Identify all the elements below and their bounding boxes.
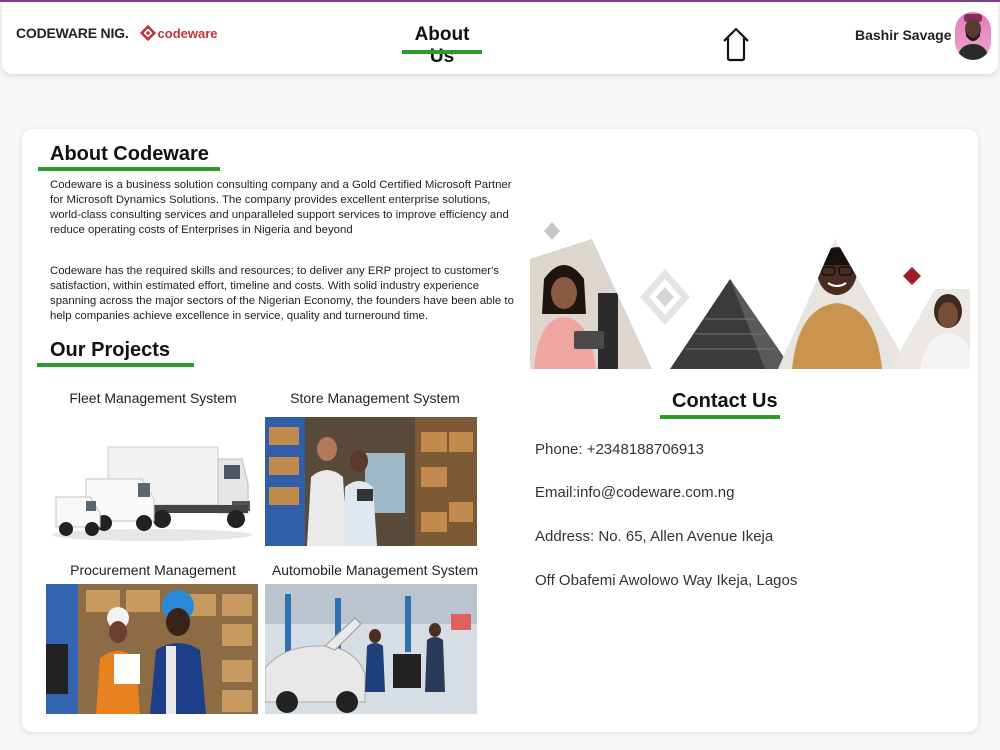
projects-title: Our Projects <box>50 339 171 361</box>
contact-email[interactable]: Email:info@codeware.com.ng <box>535 484 734 501</box>
team-banner-image <box>530 219 970 369</box>
about-title: About Codeware <box>50 143 209 165</box>
content-card: About Codeware Codeware is a business so… <box>22 129 978 732</box>
active-underline <box>402 50 482 54</box>
project-procurement-image[interactable] <box>46 584 258 714</box>
contact-address: Address: No. 65, Allen Avenue Ikeja <box>535 528 774 545</box>
diamond-logo-icon <box>139 24 156 42</box>
contact-title-underline <box>660 415 780 419</box>
contact-phone[interactable]: Phone: +2348188706913 <box>535 441 704 458</box>
avatar[interactable] <box>955 12 991 60</box>
project-label-store: Store Management System <box>290 390 460 406</box>
about-title-underline <box>38 167 220 171</box>
contact-address-line-2: Off Obafemi Awolowo Way Ikeja, Lagos <box>535 572 798 589</box>
project-label-procurement: Procurement Management <box>70 562 236 578</box>
codeware-logo: codeware <box>139 24 218 42</box>
project-fleet-image[interactable] <box>46 417 258 545</box>
logo-text: codeware <box>157 25 218 41</box>
about-paragraph-2: Codeware has the required skills and res… <box>50 265 514 322</box>
project-label-automobile: Automobile Management System <box>271 562 479 578</box>
user-photo <box>957 14 989 60</box>
project-automobile-image[interactable] <box>265 584 477 714</box>
home-icon <box>723 27 749 62</box>
brand[interactable]: CODEWARE NIG. codeware <box>16 24 218 42</box>
page-title[interactable]: About Us <box>402 24 482 68</box>
about-paragraph-1: Codeware is a business solution consulti… <box>50 179 512 236</box>
top-header: CODEWARE NIG. codeware About Us Bashir S… <box>2 2 998 74</box>
project-store-image[interactable] <box>265 417 477 546</box>
home-button[interactable] <box>720 24 752 62</box>
project-label-fleet: Fleet Management System <box>69 390 237 406</box>
projects-title-underline <box>37 363 194 367</box>
brand-name: CODEWARE NIG. <box>16 25 129 41</box>
user-name[interactable]: Bashir Savage <box>855 27 952 43</box>
contact-title: Contact Us <box>672 390 778 412</box>
